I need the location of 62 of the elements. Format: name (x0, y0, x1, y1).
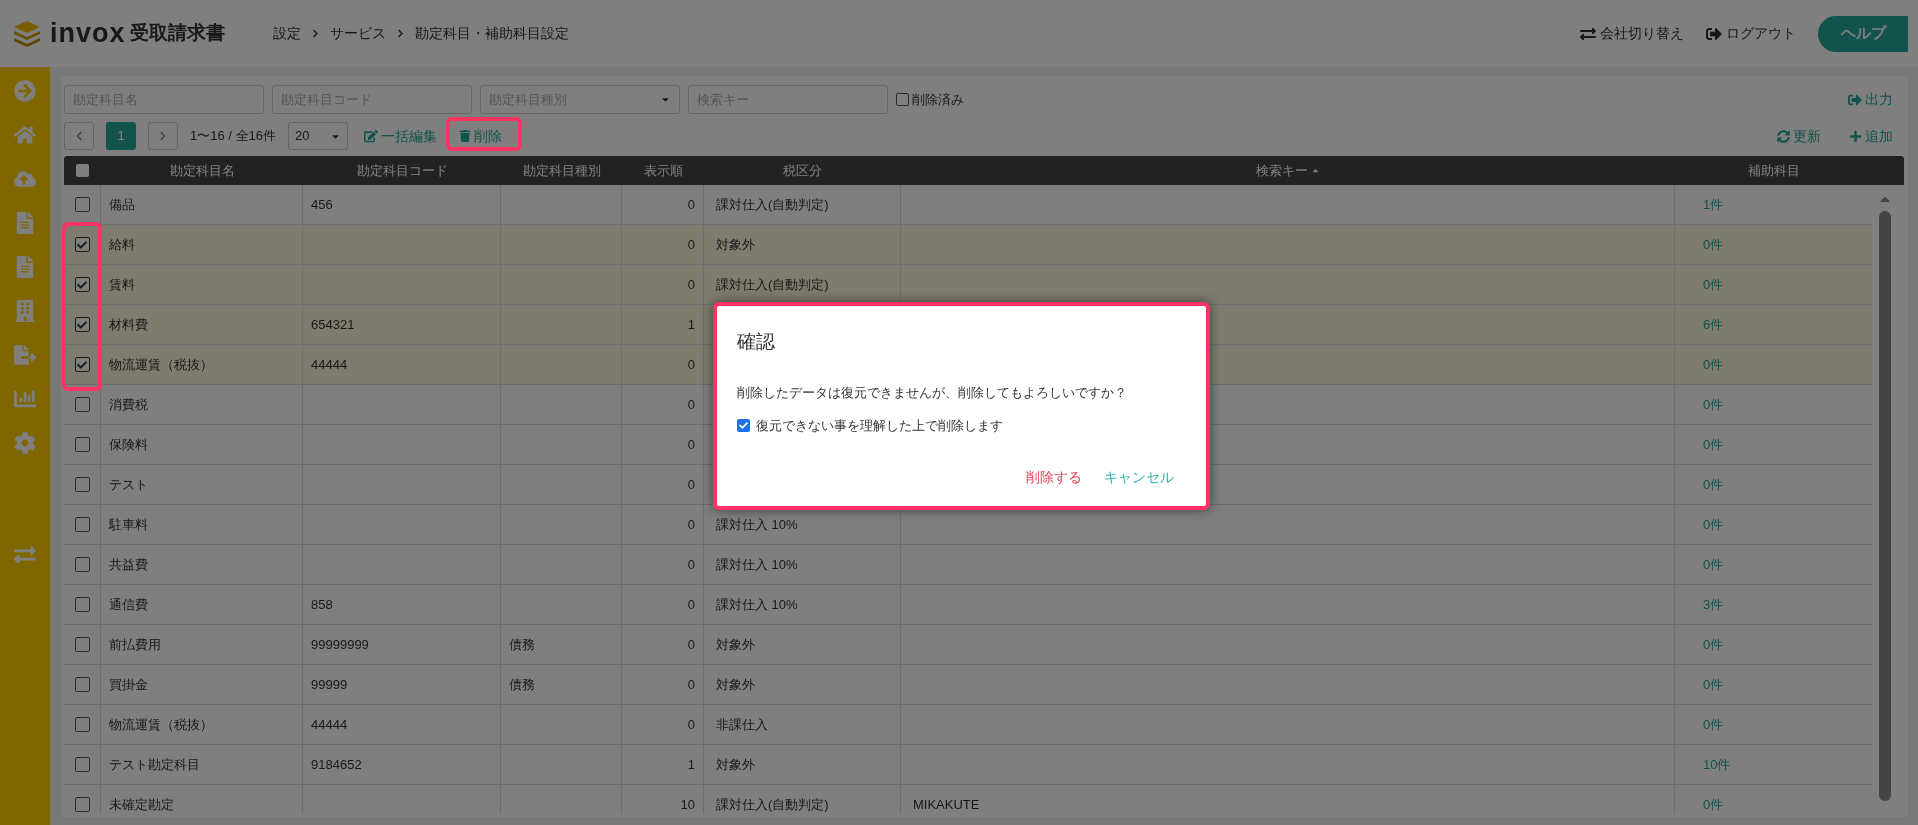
table-cell-text: 1 (687, 315, 695, 334)
table-cell-text: 買掛金 (109, 675, 148, 694)
table-cell-text: 通信費 (109, 595, 148, 614)
table-cell-text: MIKAKUTE (913, 795, 980, 814)
table-cell-text: 非課仕入 (716, 715, 768, 734)
checkbox-label: 削除済み (912, 90, 964, 109)
table-cell-text: 99999999 (311, 635, 369, 654)
table-cell-text: 対象外 (716, 235, 755, 254)
table-cell-text: 654321 (311, 315, 355, 334)
table-cell-text: 駐車料 (109, 515, 148, 534)
table-cell-text: 858 (311, 595, 333, 614)
table-cell-text: 1 (687, 755, 695, 774)
table-cell-text: 0 (687, 515, 695, 534)
table-cell-text: 備品 (109, 195, 135, 214)
table-cell-text: 対象外 (716, 755, 755, 774)
logo-text: invox (50, 17, 126, 51)
table-cell-text: 課対仕入(自動判定) (716, 275, 829, 294)
breadcrumb-item: 勘定科目・補助科目設定 (414, 24, 569, 43)
table-cell-text: 44444 (311, 715, 348, 734)
table-cell-text: 0 (687, 195, 695, 214)
table-cell-text: 9184652 (311, 755, 362, 774)
table-cell-text: 課対仕入 10% (716, 555, 798, 574)
table-cell-text: 0 (687, 275, 695, 294)
table-cell-text: 債務 (509, 675, 535, 694)
table-cell-text: 材料費 (109, 315, 148, 334)
table-cell-text: 99999 (311, 675, 348, 694)
table-cell-text: 44444 (311, 355, 348, 374)
table-cell-text: 0 (687, 435, 695, 454)
table-cell-text: 債務 (509, 635, 535, 654)
table-cell-text: 賃料 (109, 275, 135, 294)
table-cell-text: 0 (687, 395, 695, 414)
table-cell-text: 0 (687, 675, 695, 694)
table-cell-text: テスト勘定科目 (109, 755, 200, 774)
table-cell-text: 対象外 (716, 635, 755, 654)
table-cell-text: テスト (109, 475, 148, 494)
table-cell-text: 給料 (109, 235, 135, 254)
table-cell-text: 0 (687, 235, 695, 254)
product-name: 受取請求書 (129, 21, 225, 46)
table-cell-text: 課対仕入(自動判定) (716, 195, 829, 214)
table-cell-text: 0 (687, 355, 695, 374)
table-cell-text: 0 (687, 635, 695, 654)
table-cell-text: 10 (680, 795, 695, 814)
table-cell-text: 0 (687, 715, 695, 734)
table-cell-text: 0 (687, 555, 695, 574)
dialog-message: 削除したデータは復元できませんが、削除してもよろしいですか？ (737, 383, 1128, 402)
table-cell-text: 0 (687, 595, 695, 614)
table-cell-text: 456 (311, 195, 333, 214)
table-cell-text: 課対仕入 10% (716, 515, 798, 534)
table-cell-text: 課対仕入(自動判定) (716, 795, 829, 814)
table-cell-text: 物流運賃（税抜） (109, 355, 213, 374)
table-cell-text: 物流運賃（税抜） (109, 715, 213, 734)
table-cell-text: 保険料 (109, 435, 148, 454)
table-cell-text: 0 (687, 475, 695, 494)
checkbox-label: 復元できない事を理解した上で削除します (756, 417, 1003, 435)
table-cell-text: 共益費 (109, 555, 148, 574)
record-range: 1〜16 / 全16件 (190, 127, 276, 146)
dialog-title: 確認 (737, 330, 776, 354)
table-cell-text: 対象外 (716, 675, 755, 694)
table-cell-text: 未確定勘定 (109, 795, 174, 814)
table-cell-text: 前払費用 (109, 635, 161, 654)
table-cell-text: 消費税 (109, 395, 148, 414)
table-cell-text: 課対仕入 10% (716, 595, 798, 614)
